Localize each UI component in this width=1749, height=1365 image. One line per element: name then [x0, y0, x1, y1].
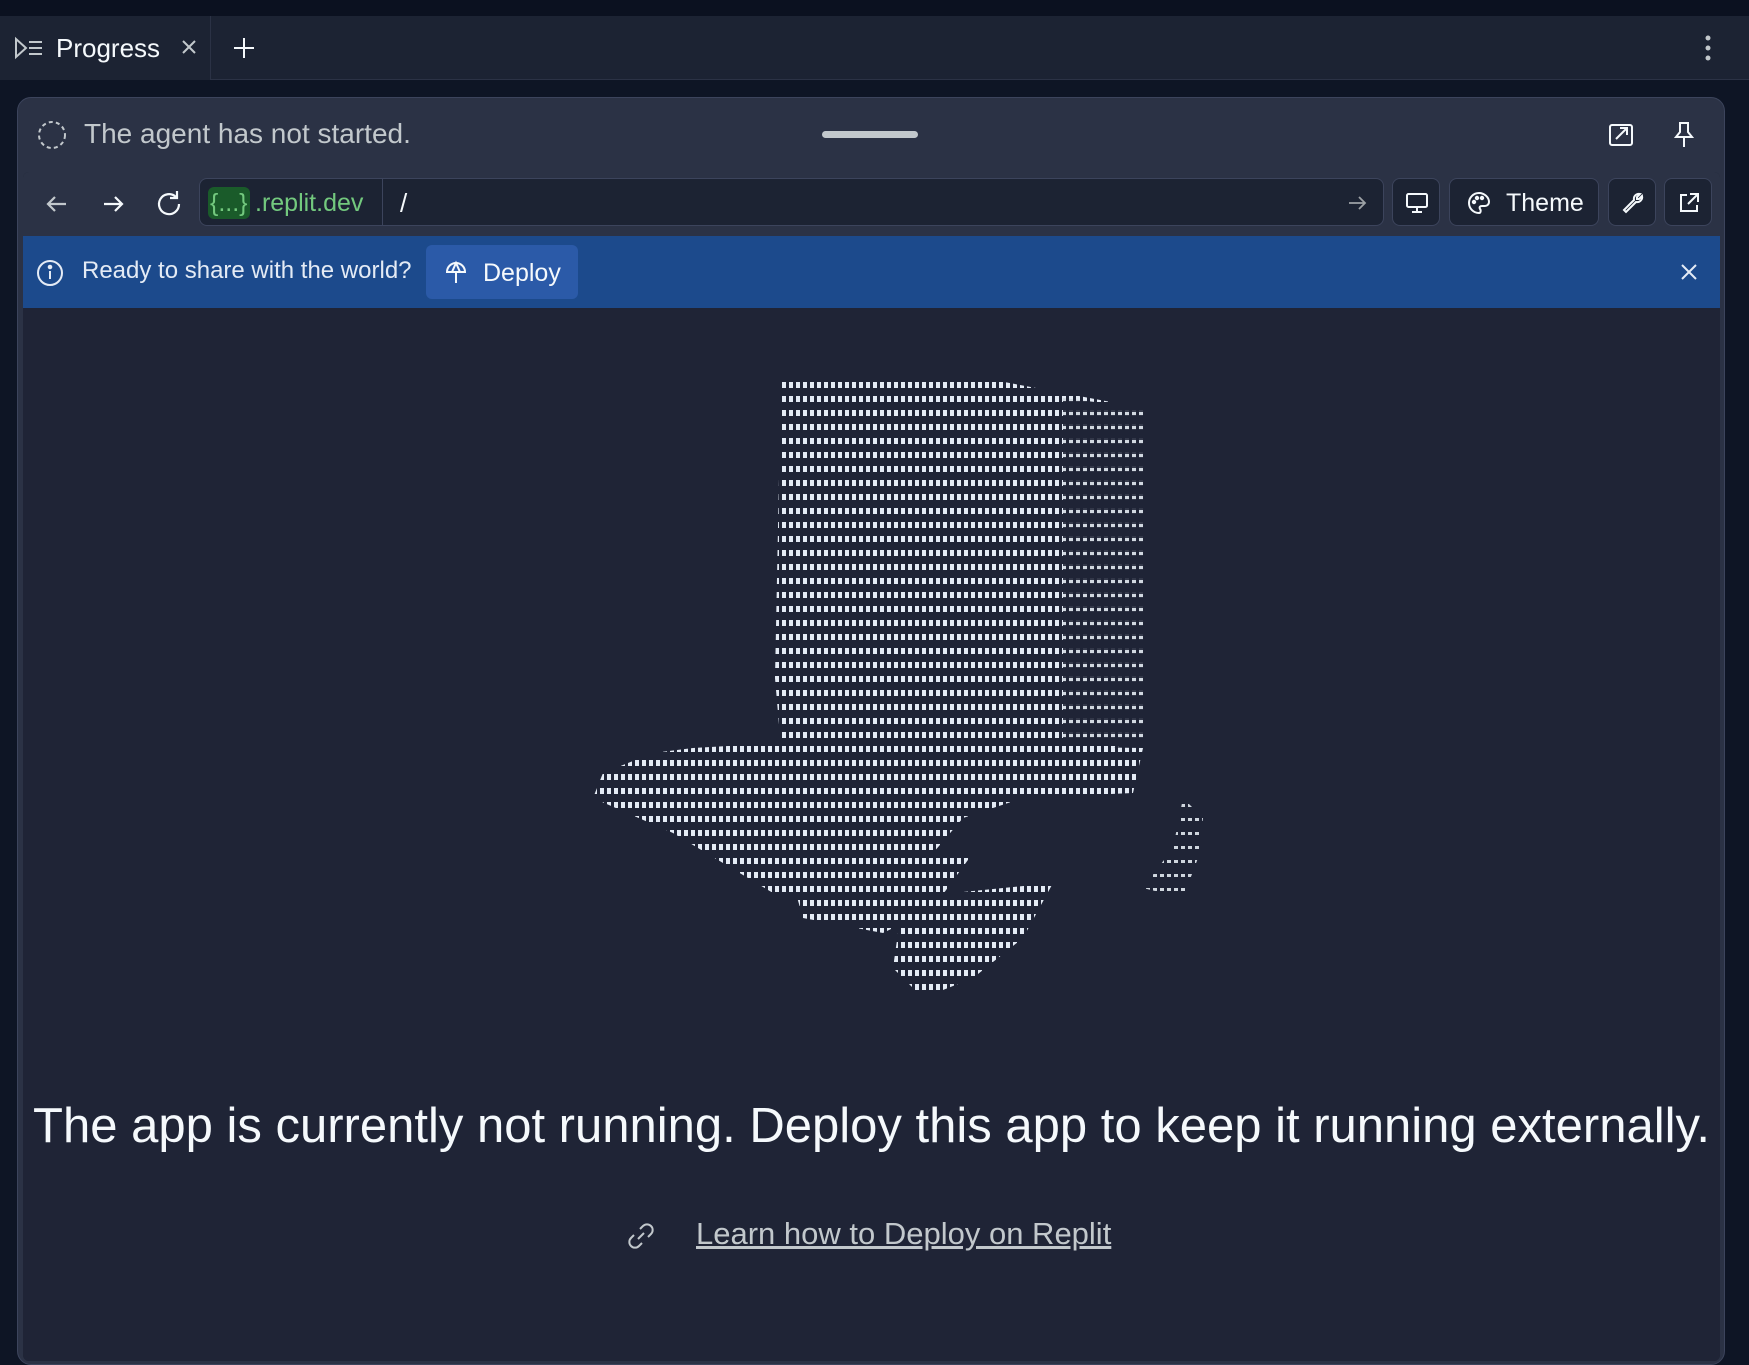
- agent-status-text: The agent has not started.: [84, 118, 411, 149]
- domain-suffix: .replit.dev: [255, 189, 364, 217]
- back-arrow-icon[interactable]: [39, 186, 75, 222]
- deploy-label: Deploy: [483, 259, 561, 287]
- domain-pill: {...}: [208, 187, 250, 219]
- tab-bar: Progress: [0, 16, 1749, 80]
- go-arrow-icon[interactable]: [1345, 191, 1369, 215]
- pin-icon[interactable]: [1666, 117, 1702, 153]
- reload-icon[interactable]: [151, 186, 187, 222]
- webview: {...} .replit.dev / Theme Ready to share…: [23, 172, 1720, 1361]
- theme-button[interactable]: Theme: [1449, 178, 1599, 226]
- external-link-icon: [1676, 190, 1702, 216]
- spinner-icon: [37, 120, 67, 150]
- progress-icon: [14, 36, 44, 60]
- agent-status-row: The agent has not started.: [18, 98, 1724, 172]
- drag-handle[interactable]: [822, 131, 918, 138]
- deploy-banner: Ready to share with the world? Deploy: [23, 236, 1720, 308]
- app-preview-content: The app is currently not running. Deploy…: [23, 308, 1720, 1361]
- tab-label: Progress: [56, 33, 161, 63]
- not-running-headline: The app is currently not running. Deploy…: [33, 1099, 1710, 1153]
- browser-toolbar: {...} .replit.dev / Theme: [23, 172, 1720, 236]
- info-icon: [36, 259, 64, 287]
- address-divider: [382, 179, 383, 225]
- deploy-button[interactable]: Deploy: [426, 245, 578, 299]
- tab-progress[interactable]: Progress: [0, 16, 211, 80]
- devtools-button[interactable]: [1608, 178, 1656, 226]
- progress-panel: The agent has not started. {...} .replit…: [17, 97, 1725, 1365]
- expand-icon[interactable]: [1603, 117, 1639, 153]
- url-path-input[interactable]: /: [400, 187, 407, 219]
- close-banner-icon[interactable]: [1677, 260, 1701, 284]
- close-tab-icon[interactable]: [178, 36, 200, 58]
- more-options-icon[interactable]: [1696, 32, 1720, 64]
- new-tab-icon[interactable]: [230, 34, 258, 62]
- theme-label: Theme: [1506, 189, 1584, 217]
- forward-arrow-icon[interactable]: [95, 186, 131, 222]
- device-preview-button[interactable]: [1392, 178, 1440, 226]
- deploy-icon: [444, 259, 468, 285]
- banner-message: Ready to share with the world?: [82, 257, 412, 284]
- link-icon: [625, 1220, 657, 1252]
- wrench-icon: [1620, 190, 1646, 216]
- address-bar[interactable]: {...} .replit.dev /: [199, 178, 1384, 226]
- learn-link-text[interactable]: Learn how to Deploy on Replit: [696, 1216, 1111, 1252]
- top-hat-ascii-illustration: [543, 378, 1243, 1023]
- open-in-new-tab-button[interactable]: [1664, 178, 1712, 226]
- monitor-icon: [1404, 190, 1430, 216]
- palette-icon: [1466, 190, 1492, 216]
- window-top-strip: [0, 0, 1749, 16]
